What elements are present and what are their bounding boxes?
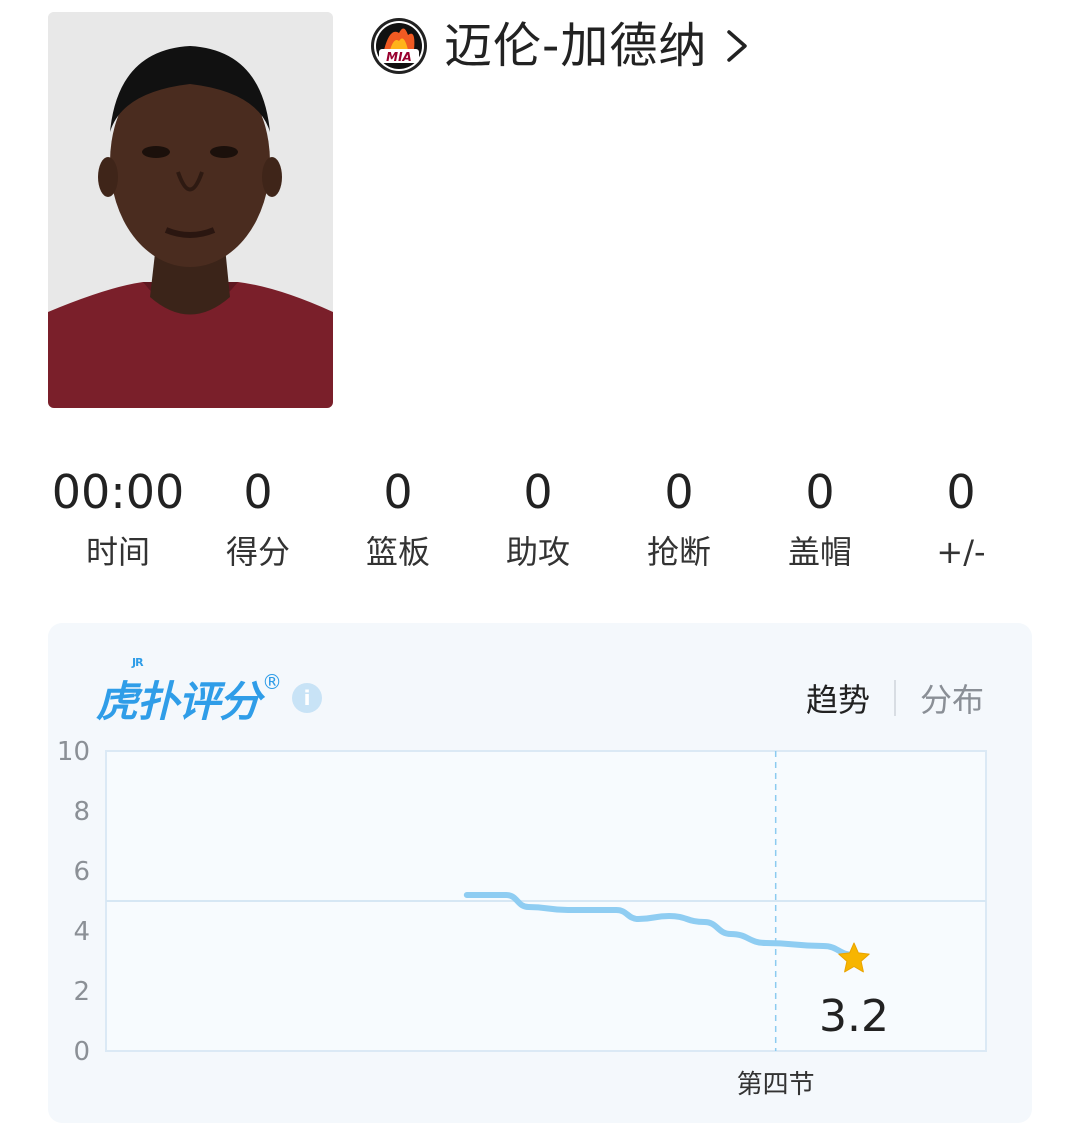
stat-blocks: 0 盖帽 [740, 460, 900, 580]
stat-value: 0 [523, 465, 553, 519]
stat-value: 0 [243, 465, 273, 519]
current-score-label: 3.2 [819, 991, 889, 1042]
y-tick-label: 2 [73, 977, 90, 1007]
team-logo-text: MIA [386, 50, 412, 64]
y-tick-label: 10 [57, 737, 90, 767]
stat-rebounds: 0 篮板 [318, 460, 478, 580]
stat-steals: 0 抢断 [599, 460, 759, 580]
rating-trend-chart: 0 2 4 6 8 10 第四节3.2 [57, 737, 987, 1100]
y-tick-label: 6 [73, 857, 90, 887]
stats-row: 00:00 时间 0 得分 0 篮板 0 助攻 0 抢断 0 盖帽 0 +/- [0, 460, 1080, 590]
y-tick-label: 4 [73, 917, 90, 947]
stat-assists: 0 助攻 [458, 460, 618, 580]
y-tick-label: 0 [73, 1037, 90, 1067]
player-photo [48, 12, 333, 408]
player-name[interactable]: 迈伦-加德纳 [444, 14, 707, 78]
stat-label: 时间 [85, 533, 150, 571]
stat-value: 0 [805, 465, 835, 519]
stat-value: 0 [946, 465, 976, 519]
stat-label: 助攻 [505, 533, 570, 571]
y-tick-label: 8 [73, 797, 90, 827]
stat-label: 得分 [225, 533, 290, 571]
stat-value: 0 [383, 465, 413, 519]
player-header[interactable]: MIA 迈伦-加德纳 [370, 14, 751, 78]
chevron-right-icon[interactable] [723, 26, 751, 66]
stat-label: 抢断 [646, 533, 711, 571]
stat-plus-minus: 0 +/- [881, 460, 1041, 580]
stat-label: 篮板 [365, 533, 430, 571]
stat-label: 盖帽 [787, 533, 852, 571]
stat-minutes: 00:00 时间 [38, 460, 198, 580]
team-logo: MIA [371, 18, 427, 74]
stat-value: 0 [664, 465, 694, 519]
rating-card: JR 虎扑评分 ® i 趋势 分布 0 2 4 6 8 10 第四节 3.2 [48, 623, 1032, 1123]
period-marker-label: 第四节 [737, 1070, 815, 1100]
stat-value: 00:00 [51, 465, 185, 519]
stat-points: 0 得分 [178, 460, 338, 580]
stat-label: +/- [936, 533, 986, 571]
